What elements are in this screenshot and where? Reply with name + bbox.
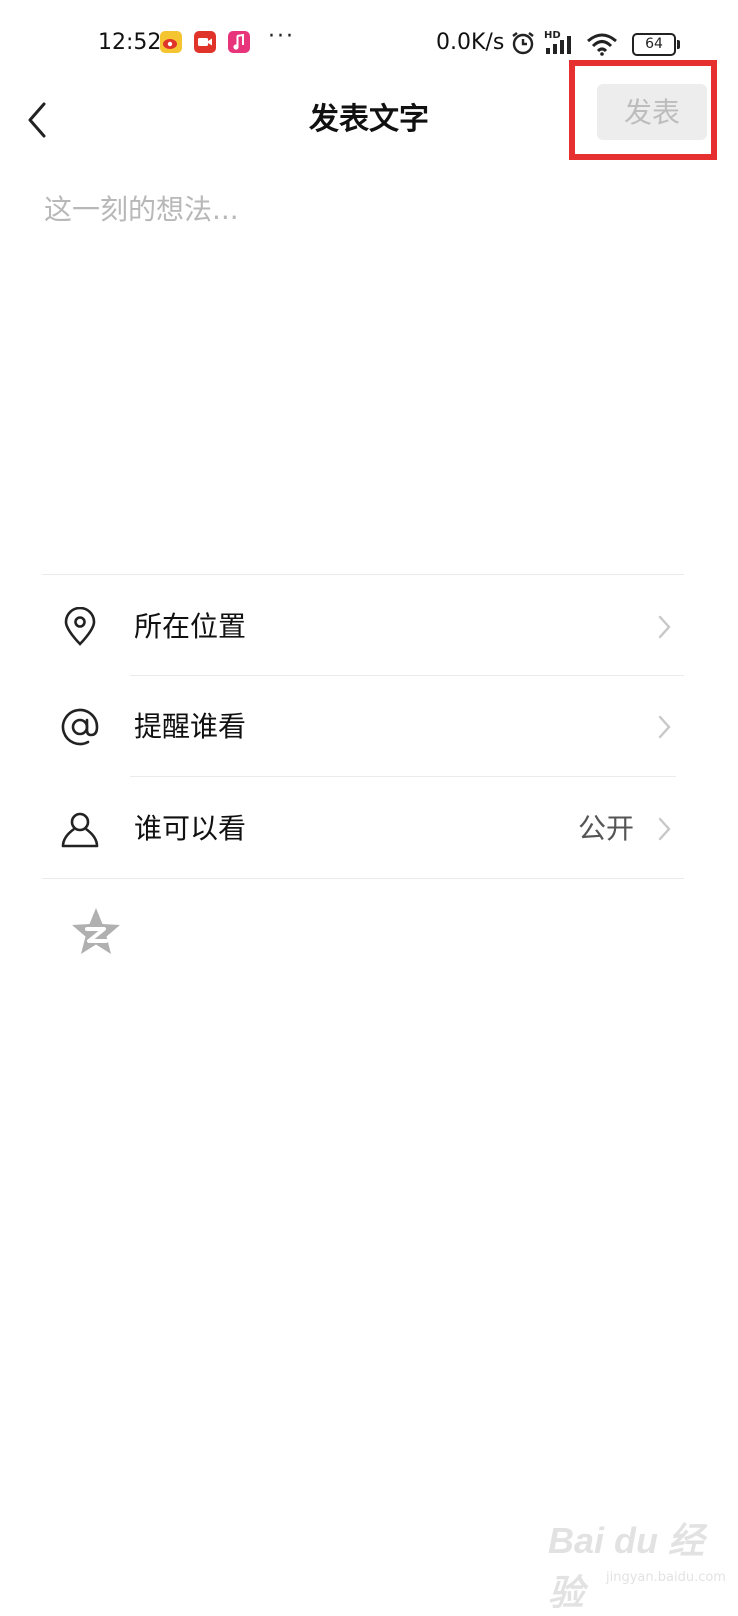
divider: [130, 776, 676, 777]
alarm-icon: [512, 32, 534, 55]
mention-row[interactable]: 提醒谁看: [42, 677, 698, 777]
location-label: 所在位置: [134, 610, 247, 643]
weibo-app-icon: [160, 31, 182, 53]
battery-icon: 64: [632, 33, 680, 56]
mention-label: 提醒谁看: [134, 710, 247, 743]
visibility-label: 谁可以看: [134, 812, 247, 845]
wifi-icon: [587, 33, 617, 56]
status-time: 12:52: [98, 30, 162, 55]
person-icon: [61, 812, 99, 848]
qzone-star-icon[interactable]: [68, 905, 124, 961]
location-row[interactable]: 所在位置: [42, 577, 698, 677]
chevron-right-icon: [658, 615, 671, 639]
music-app-icon: [228, 31, 250, 53]
at-sign-icon: [61, 708, 99, 746]
signal-icon: [546, 36, 571, 54]
visibility-row[interactable]: 谁可以看 公开: [42, 779, 698, 879]
baidu-watermark: Bai du 经验 jingyan.baidu.com: [548, 1500, 728, 1613]
publish-button[interactable]: 发表: [597, 84, 707, 140]
watermark-text: Bai du 经验: [548, 1520, 705, 1613]
location-pin-icon: [64, 607, 96, 646]
divider: [130, 675, 684, 676]
visibility-value: 公开: [577, 812, 634, 845]
video-app-icon: [194, 31, 216, 53]
post-text-input[interactable]: [42, 180, 696, 576]
network-speed: 0.0K/s: [436, 30, 505, 55]
more-notifications-icon: ···: [268, 24, 295, 49]
divider: [42, 878, 684, 879]
divider: [42, 574, 684, 575]
watermark-sub: jingyan.baidu.com: [606, 1570, 726, 1585]
chevron-right-icon: [658, 817, 671, 841]
chevron-right-icon: [658, 715, 671, 739]
